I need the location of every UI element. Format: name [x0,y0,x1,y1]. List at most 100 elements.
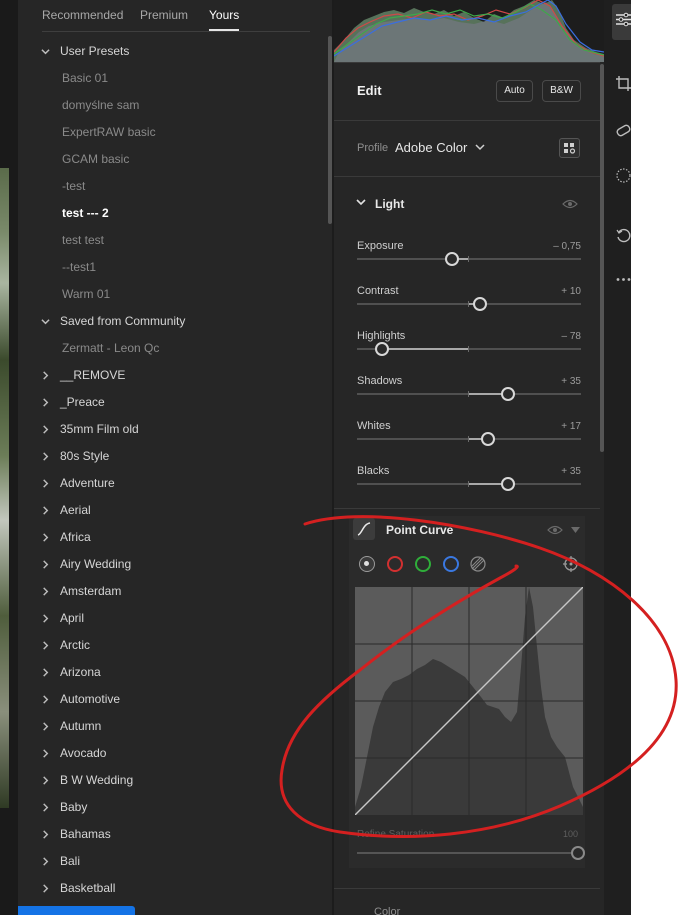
preset-group[interactable]: Arizona [18,659,332,686]
point-curve-title[interactable]: Point Curve [386,523,453,537]
slider-value[interactable]: + 35 [561,466,581,477]
chevron-right-icon[interactable] [38,713,52,740]
chevron-right-icon[interactable] [38,524,52,551]
preset-group[interactable]: Aerial [18,497,332,524]
chevron-down-icon[interactable] [355,196,367,208]
preset-item[interactable]: domyślne sam [18,92,332,119]
preset-group[interactable]: User Presets [18,38,332,65]
preset-group[interactable]: April [18,605,332,632]
slider-value[interactable]: – 0,75 [553,241,581,252]
slider-whites[interactable]: Whites + 17 [357,420,581,460]
preset-item[interactable]: test --- 2 [18,200,332,227]
more-icon[interactable] [616,272,631,287]
slider-thumb[interactable] [473,297,488,311]
preset-group[interactable]: Autumn [18,713,332,740]
chevron-right-icon[interactable] [38,767,52,794]
chevron-right-icon[interactable] [38,740,52,767]
preset-group[interactable]: __REMOVE [18,362,332,389]
chevron-down-icon[interactable] [38,308,52,335]
chevron-right-icon[interactable] [38,389,52,416]
preset-group[interactable]: 35mm Film old [18,416,332,443]
edit-sliders-icon[interactable] [616,12,631,27]
preset-group[interactable]: Baby [18,794,332,821]
preset-group[interactable]: Bali [18,848,332,875]
channel-luminance[interactable] [359,556,375,572]
target-adjust-icon[interactable] [563,556,579,572]
preset-group[interactable]: Adventure [18,470,332,497]
profile-browser-button[interactable] [559,138,580,158]
chevron-down-icon[interactable] [475,142,485,152]
eye-icon[interactable] [562,198,578,210]
chevron-right-icon[interactable] [38,794,52,821]
preset-group[interactable]: 80s Style [18,443,332,470]
slider-blacks[interactable]: Blacks + 35 [357,465,581,505]
preset-item[interactable]: ExpertRAW basic [18,119,332,146]
slider-track[interactable] [357,258,581,260]
tone-curve-graph[interactable] [355,587,583,815]
chevron-right-icon[interactable] [38,605,52,632]
slider-exposure[interactable]: Exposure – 0,75 [357,240,581,280]
tab-recommended[interactable]: Recommended [42,8,123,22]
chevron-right-icon[interactable] [38,875,52,902]
slider-thumb[interactable] [374,342,389,356]
preset-item[interactable]: Warm 01 [18,281,332,308]
chevron-right-icon[interactable] [38,848,52,875]
slider-value[interactable]: – 78 [562,331,581,342]
preset-group[interactable]: Amsterdam [18,578,332,605]
chevron-right-icon[interactable] [38,497,52,524]
chevron-down-icon[interactable] [38,38,52,65]
slider-thumb[interactable] [481,432,496,446]
preset-item[interactable]: -test [18,173,332,200]
bw-button[interactable]: B&W [542,80,581,102]
light-section-title[interactable]: Light [375,197,404,211]
slider-value[interactable]: + 10 [561,286,581,297]
preset-group[interactable]: Automotive [18,686,332,713]
chevron-right-icon[interactable] [38,578,52,605]
preset-group[interactable]: Africa [18,524,332,551]
preset-group[interactable]: Airy Wedding [18,551,332,578]
color-section-title[interactable]: Color [374,906,400,915]
refine-saturation-track[interactable] [357,852,574,854]
preset-item[interactable]: --test1 [18,254,332,281]
preset-group[interactable]: _Preace [18,389,332,416]
preset-group[interactable]: Bahamas [18,821,332,848]
preset-group[interactable]: Basketball [18,875,332,902]
refine-saturation-thumb[interactable] [571,846,585,860]
chevron-right-icon[interactable] [38,686,52,713]
tab-premium[interactable]: Premium [140,8,188,22]
caret-down-icon[interactable] [571,526,580,534]
channel-blue[interactable] [443,556,459,572]
preset-group[interactable]: Arctic [18,632,332,659]
slider-shadows[interactable]: Shadows + 35 [357,375,581,415]
slider-thumb[interactable] [501,387,516,401]
curve-icon[interactable] [353,518,375,540]
chevron-right-icon[interactable] [38,470,52,497]
slider-highlights[interactable]: Highlights – 78 [357,330,581,370]
chevron-right-icon[interactable] [38,632,52,659]
channel-red[interactable] [387,556,403,572]
preset-item[interactable]: Basic 01 [18,65,332,92]
slider-thumb[interactable] [445,252,460,266]
preset-item[interactable]: GCAM basic [18,146,332,173]
crop-icon[interactable] [616,76,631,91]
preset-item[interactable]: test test [18,227,332,254]
healing-icon[interactable] [616,123,631,138]
auto-button[interactable]: Auto [496,80,533,102]
eye-icon[interactable] [547,524,563,536]
slider-contrast[interactable]: Contrast + 10 [357,285,581,325]
tab-yours[interactable]: Yours [209,8,240,31]
slider-value[interactable]: + 35 [561,376,581,387]
slider-value[interactable]: + 17 [561,421,581,432]
chevron-right-icon[interactable] [38,362,52,389]
channel-green[interactable] [415,556,431,572]
profile-dropdown[interactable]: Adobe Color [395,140,467,155]
parametric-curve-icon[interactable] [469,555,487,573]
preset-group[interactable]: B W Wedding [18,767,332,794]
chevron-right-icon[interactable] [38,659,52,686]
chevron-right-icon[interactable] [38,551,52,578]
chevron-right-icon[interactable] [38,821,52,848]
slider-thumb[interactable] [501,477,516,491]
preset-group[interactable]: Saved from Community [18,308,332,335]
chevron-right-icon[interactable] [38,443,52,470]
masking-icon[interactable] [616,168,631,183]
